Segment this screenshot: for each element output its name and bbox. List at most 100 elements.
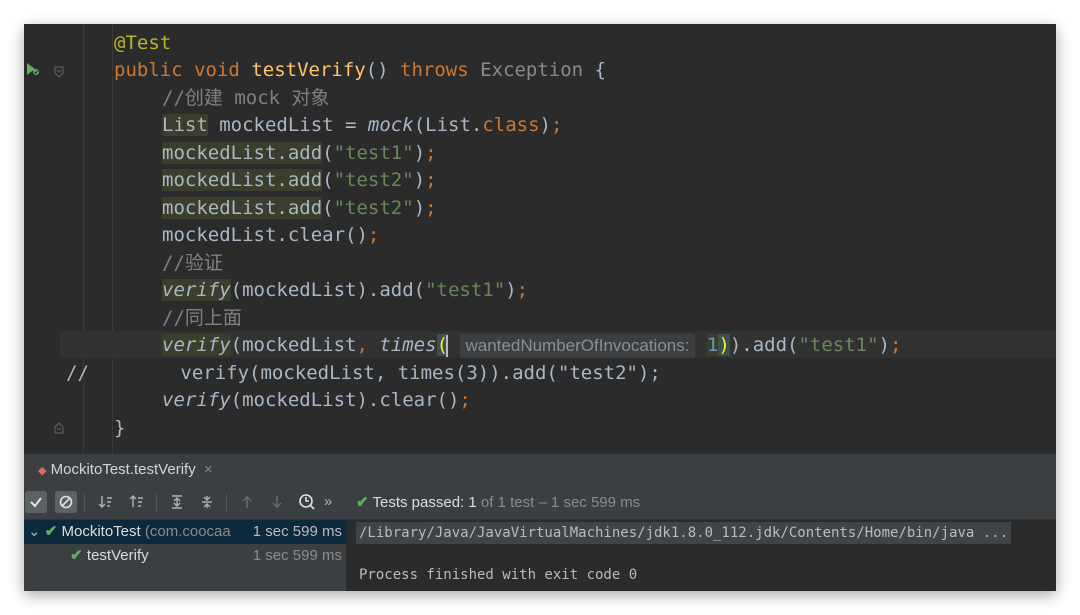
code-text: ( <box>322 169 334 191</box>
code-line-3: //创建 mock 对象 <box>162 85 330 112</box>
type-list: List <box>162 114 208 136</box>
semicolon: ; <box>889 334 902 356</box>
status-detail: of 1 test – 1 sec 599 ms <box>480 494 641 511</box>
code-text: mockedList.add <box>162 142 323 164</box>
test-status: ✔ Tests passed: 1 of 1 test – 1 sec 599 … <box>356 486 640 519</box>
text-cursor <box>446 334 449 357</box>
semicolon: ; <box>367 224 380 246</box>
close-tab-icon[interactable]: × <box>204 461 213 478</box>
status-check-icon: ✔ <box>356 494 369 511</box>
semicolon: ; <box>459 389 471 411</box>
run-tab[interactable]: ◆ MockitoTest.testVerify × <box>38 454 213 486</box>
method-name: testVerify <box>251 59 366 81</box>
semicolon: ; <box>550 114 563 136</box>
code-text: ) <box>539 114 551 136</box>
keyword-void: void <box>194 59 240 81</box>
annotation-test: @Test <box>114 32 172 54</box>
test-class-time: 1 sec 599 ms <box>248 520 342 544</box>
string-literal: "test1" <box>333 142 414 164</box>
tree-row-class[interactable]: ⌄ ✔ MockitoTest (com.coocaa 1 sec 599 ms <box>24 520 346 544</box>
code-line-6: mockedList.add("test2"); <box>162 167 437 194</box>
parameter-hint: wantedNumberOfInvocations: <box>459 334 696 358</box>
verify-call: verify <box>162 389 231 411</box>
toolbar-separator <box>156 494 157 512</box>
code-text: mockedList.add <box>162 197 323 219</box>
history-button[interactable] <box>296 491 318 513</box>
semicolon: ; <box>425 169 437 191</box>
code-line-2: public void testVerify() throws Exceptio… <box>114 57 606 84</box>
code-text: ) <box>413 169 426 191</box>
code-line-10: verify(mockedList).add("test1"); <box>162 277 528 304</box>
semicolon: ; <box>516 279 529 301</box>
string-literal: "test2" <box>333 169 414 191</box>
previous-failed-button[interactable] <box>236 491 258 513</box>
run-tab-label: MockitoTest.testVerify <box>50 461 196 478</box>
code-line-9: //验证 <box>162 250 223 277</box>
test-class-name: MockitoTest <box>61 523 141 540</box>
close-brace: } <box>114 417 126 439</box>
code-text: (mockedList).clear() <box>230 389 460 411</box>
expand-all-button[interactable] <box>166 491 188 513</box>
test-toolbar: » ✔ Tests passed: 1 of 1 test – 1 sec 59… <box>24 486 1056 520</box>
code-line-12: verify(mockedList, times( wantedNumberOf… <box>162 332 901 359</box>
console-exit-line: Process finished with exit code 0 <box>359 567 638 583</box>
toolbar-separator <box>226 494 227 512</box>
run-test-icon[interactable] <box>26 61 40 77</box>
code-text: ) <box>413 142 426 164</box>
tree-row-method[interactable]: ✔ testVerify 1 sec 599 ms <box>24 544 346 568</box>
fold-icon[interactable] <box>54 66 64 78</box>
show-passed-toggle[interactable] <box>25 491 47 513</box>
more-actions-icon[interactable]: » <box>321 491 335 513</box>
mock-call: mock <box>367 114 414 136</box>
console-output[interactable]: /Library/Java/JavaVirtualMachines/jdk1.8… <box>346 520 1056 591</box>
open-brace: { <box>594 59 606 81</box>
clock-icon <box>299 494 315 510</box>
toolbar-separator <box>84 494 85 512</box>
code-text: (mockedList <box>230 334 357 356</box>
code-text: (List. <box>413 114 483 136</box>
indent-guide <box>112 24 113 454</box>
pass-check-icon: ✔ <box>44 523 58 540</box>
sort-duration-icon <box>129 495 143 507</box>
ide-window: @Test public void testVerify() throws Ex… <box>24 24 1056 591</box>
collapse-all-icon <box>202 496 212 508</box>
run-tool-window: ◆ MockitoTest.testVerify × » ✔ Tests pas… <box>24 454 1056 591</box>
comment-same-as-above: //同上面 <box>162 307 242 329</box>
sort-alpha-icon <box>98 496 112 508</box>
collapse-all-button[interactable] <box>196 491 218 513</box>
arrow-up-icon <box>242 496 252 508</box>
expand-all-icon <box>172 495 182 509</box>
keyword-throws: throws <box>400 59 469 81</box>
sort-alpha-button[interactable] <box>95 491 117 513</box>
method-parens: () <box>365 59 389 81</box>
show-ignored-toggle[interactable] <box>55 491 77 513</box>
code-line-15: } <box>114 415 125 442</box>
status-count: 1 <box>468 494 477 511</box>
code-text: ( <box>322 197 334 219</box>
code-text: ) <box>505 279 517 301</box>
code-line-7: mockedList.add("test2"); <box>162 195 437 222</box>
code-text: mockedList.add <box>162 169 323 191</box>
console-command-line[interactable]: /Library/Java/JavaVirtualMachines/jdk1.8… <box>356 522 1012 544</box>
sort-duration-button[interactable] <box>126 491 148 513</box>
chevron-down-icon[interactable]: ⌄ <box>28 523 41 540</box>
code-line-14: verify(mockedList).clear(); <box>162 387 471 414</box>
code-line-13: // verify(mockedList, times(3)).add("tes… <box>66 360 661 387</box>
pass-check-icon: ✔ <box>70 547 83 564</box>
times-call: times <box>379 334 437 356</box>
verify-call: verify <box>162 334 231 356</box>
code-line-5: mockedList.add("test1"); <box>162 140 437 167</box>
code-text: ) <box>878 334 890 356</box>
ignored-icon <box>59 495 73 509</box>
fold-end-icon[interactable] <box>54 422 64 434</box>
keyword-class: class <box>482 114 540 136</box>
test-method-name: testVerify <box>86 547 149 564</box>
test-class-package: (com.coocaa <box>144 523 231 540</box>
run-tab-bar: ◆ MockitoTest.testVerify × <box>24 454 1056 487</box>
next-failed-button[interactable] <box>266 491 288 513</box>
run-config-icon: ◆ <box>38 465 47 477</box>
code-text: ( <box>322 142 334 164</box>
comment-verify: //验证 <box>162 252 223 274</box>
code-editor[interactable]: @Test public void testVerify() throws Ex… <box>24 24 1056 454</box>
code-text: mockedList.clear() <box>162 224 368 246</box>
